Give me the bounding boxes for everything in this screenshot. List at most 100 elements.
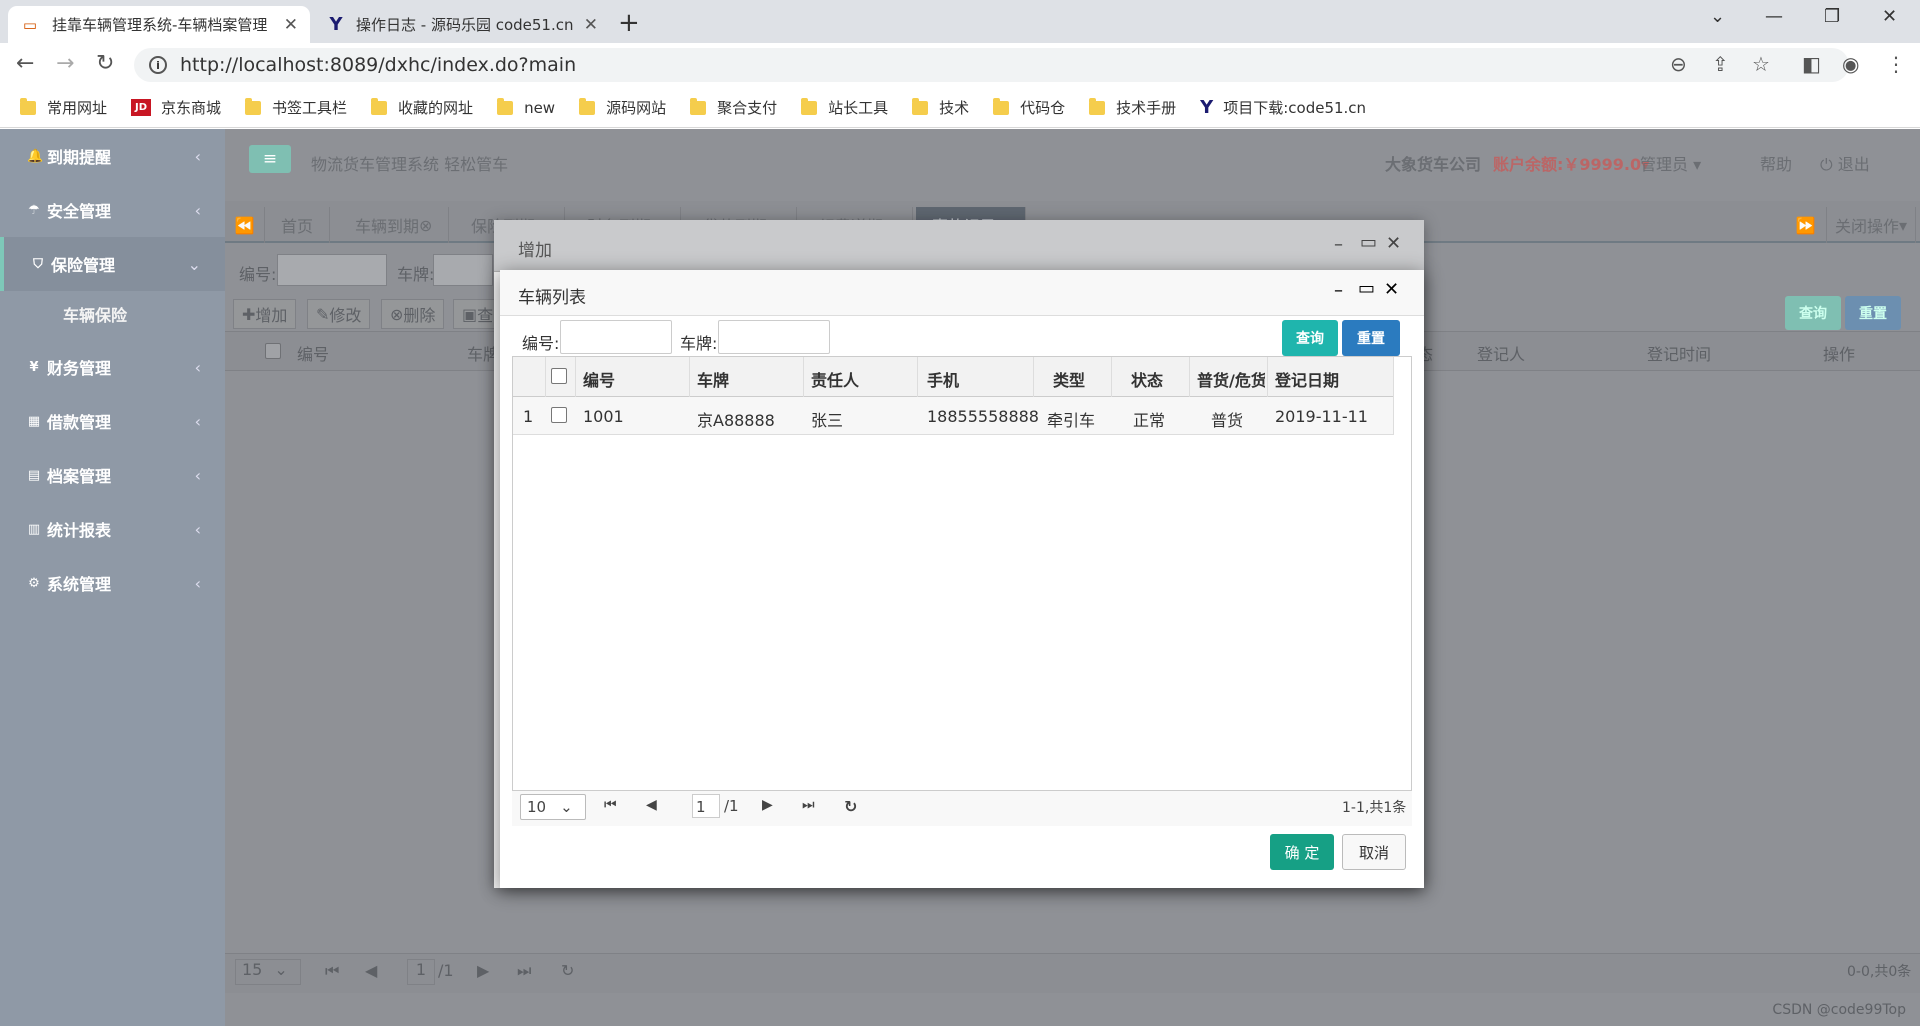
restore-icon[interactable]: ❐: [1824, 6, 1840, 27]
filter-id-input[interactable]: [277, 254, 387, 286]
browser-tab-active[interactable]: ▭ 挂靠车辆管理系统-车辆档案管理 ✕: [8, 6, 310, 43]
close-tab-icon[interactable]: ✕: [284, 15, 298, 35]
refresh-icon[interactable]: ↻: [844, 797, 857, 816]
minimize-icon[interactable]: —: [1765, 6, 1783, 27]
bookmark-item[interactable]: 聚合支付: [690, 97, 777, 118]
site-info-icon[interactable]: i: [149, 56, 167, 74]
admin-menu[interactable]: 管理员 ▾: [1640, 151, 1701, 175]
reset-button[interactable]: 重置: [1342, 320, 1400, 356]
system-name: 物流货车管理系统 轻松管车: [311, 155, 509, 174]
bookmark-item[interactable]: 技术: [912, 97, 969, 118]
total-pages: /1: [438, 961, 454, 980]
first-page-icon[interactable]: ⏮: [604, 797, 617, 813]
delete-button[interactable]: ⊗ 删除: [381, 299, 445, 329]
window-close-icon[interactable]: ✕: [1882, 6, 1897, 27]
close-icon[interactable]: ✕: [1386, 233, 1401, 254]
menu-dots-icon[interactable]: ⋮: [1886, 52, 1906, 76]
sidebar-item-expiry[interactable]: 🔔 到期提醒 ‹: [0, 129, 225, 183]
search-plate-input[interactable]: [718, 320, 830, 354]
select-all-checkbox[interactable]: [265, 343, 281, 359]
zoom-icon[interactable]: ⊖: [1670, 52, 1687, 76]
sidebar-item-archive[interactable]: ▤ 档案管理 ‹: [0, 448, 225, 502]
page-size-select[interactable]: 10 ⌄: [520, 794, 586, 820]
tabs-scroll-right-icon[interactable]: ⏩: [1785, 207, 1827, 243]
tab-vehicle-expiry[interactable]: 车辆到期 ⊗: [339, 207, 450, 243]
side-panel-icon[interactable]: ◧: [1802, 52, 1821, 76]
bookmark-item[interactable]: 代码仓: [993, 97, 1065, 118]
page-size-select[interactable]: 15 ⌄: [235, 959, 301, 985]
bookmark-item[interactable]: 书签工具栏: [245, 97, 347, 118]
minimize-icon[interactable]: –: [1334, 280, 1343, 301]
next-page-icon[interactable]: ▶: [762, 797, 773, 813]
power-icon: ⏻: [1820, 155, 1838, 174]
company-name: 大象货车公司: [1385, 155, 1482, 174]
sidebar-item-report[interactable]: ▥ 统计报表 ‹: [0, 502, 225, 556]
last-page-icon[interactable]: ⏭: [802, 797, 815, 813]
add-button[interactable]: ✚ 增加: [233, 299, 297, 329]
bookmark-item[interactable]: 常用网址: [20, 97, 107, 118]
chevron-left-icon: ‹: [194, 465, 201, 485]
tabs-scroll-left-icon[interactable]: ⏪: [225, 207, 265, 243]
logout-link[interactable]: ⏻ 退出: [1820, 151, 1870, 175]
cancel-button[interactable]: 取消: [1342, 834, 1406, 870]
bookmark-item[interactable]: Y 项目下载:code51.cn: [1200, 97, 1366, 118]
maximize-icon[interactable]: ▭: [1358, 278, 1375, 299]
next-page-icon[interactable]: ▶: [477, 961, 489, 980]
filter-plate-input[interactable]: [433, 254, 493, 286]
close-icon[interactable]: ✕: [1384, 279, 1399, 300]
vehicle-grid: 编号 车牌 责任人 手机 类型 状态 普货/危货 登记日期 1 1001 京A8…: [512, 356, 1412, 816]
sidebar-item-system[interactable]: ⚙ 系统管理 ‹: [0, 556, 225, 610]
reload-icon[interactable]: ↻: [96, 51, 114, 76]
sidebar-item-finance[interactable]: ¥ 财务管理 ‹: [0, 340, 225, 394]
bookmark-item[interactable]: 站长工具: [801, 97, 888, 118]
reset-button[interactable]: 重置: [1845, 296, 1901, 330]
select-all-checkbox[interactable]: [551, 368, 567, 384]
gear-icon: ⚙: [28, 575, 40, 591]
sidebar-item-safety[interactable]: ☂ 安全管理 ‹: [0, 183, 225, 237]
first-page-icon[interactable]: ⏮: [325, 961, 339, 981]
sidebar-item-loan[interactable]: ▦ 借款管理 ‹: [0, 394, 225, 448]
sidebar-subitem-vehicle-insurance[interactable]: 车辆保险: [0, 291, 225, 337]
bookmark-item[interactable]: new: [497, 97, 555, 117]
bookmark-star-icon[interactable]: ☆: [1752, 52, 1770, 76]
prev-page-icon[interactable]: ◀: [646, 797, 657, 813]
close-tab-icon[interactable]: ✕: [584, 15, 598, 35]
back-icon[interactable]: ←: [16, 51, 34, 76]
close-operations-menu[interactable]: 关闭操作 ▾: [1827, 207, 1917, 243]
page-number-input[interactable]: 1: [692, 794, 720, 818]
bookmark-item[interactable]: 收藏的网址: [371, 97, 473, 118]
bookmark-item[interactable]: 技术手册: [1089, 97, 1176, 118]
last-page-icon[interactable]: ⏭: [517, 961, 531, 981]
prev-page-icon[interactable]: ◀: [365, 961, 377, 980]
pager-summary: 1-1,共1条: [1342, 800, 1407, 816]
share-icon[interactable]: ⇪: [1712, 52, 1729, 76]
row-checkbox[interactable]: [551, 407, 567, 423]
url-field[interactable]: i http://localhost:8089/dxhc/index.do?ma…: [134, 48, 1849, 82]
menu-toggle-button[interactable]: ≡: [249, 145, 291, 173]
forward-icon[interactable]: →: [56, 51, 74, 76]
page-number-input[interactable]: 1: [407, 959, 435, 985]
plus-icon: ✚: [242, 304, 256, 324]
maximize-icon[interactable]: ▭: [1360, 232, 1377, 253]
search-button[interactable]: 查询: [1785, 296, 1841, 330]
confirm-button[interactable]: 确 定: [1270, 834, 1334, 870]
account-balance[interactable]: 账户余额:￥9999.0▾: [1493, 151, 1649, 175]
profile-icon[interactable]: ◉: [1842, 52, 1859, 76]
caret-down-icon: ▾: [1899, 215, 1908, 235]
app-favicon-icon: ▭: [22, 15, 38, 34]
sidebar-item-insurance[interactable]: ⛉ 保险管理 ⌄: [0, 237, 225, 291]
close-tab-icon[interactable]: ⊗: [419, 216, 432, 235]
bookmark-item[interactable]: 源码网站: [579, 97, 666, 118]
tab-search-icon[interactable]: ⌄: [1710, 6, 1725, 27]
search-button[interactable]: 查询: [1282, 320, 1338, 356]
chevron-left-icon: ‹: [194, 146, 201, 166]
bookmark-item[interactable]: JD 京东商城: [131, 97, 221, 118]
search-id-input[interactable]: [560, 320, 672, 354]
browser-tab[interactable]: Y 操作日志 - 源码乐园 code51.cn ✕: [314, 6, 610, 43]
tab-home[interactable]: 首页: [265, 207, 331, 243]
help-link[interactable]: 帮助: [1760, 151, 1792, 175]
new-tab-button[interactable]: +: [618, 8, 640, 38]
edit-button[interactable]: ✎ 修改: [307, 299, 371, 329]
refresh-icon[interactable]: ↻: [561, 961, 574, 980]
minimize-icon[interactable]: –: [1334, 234, 1343, 255]
